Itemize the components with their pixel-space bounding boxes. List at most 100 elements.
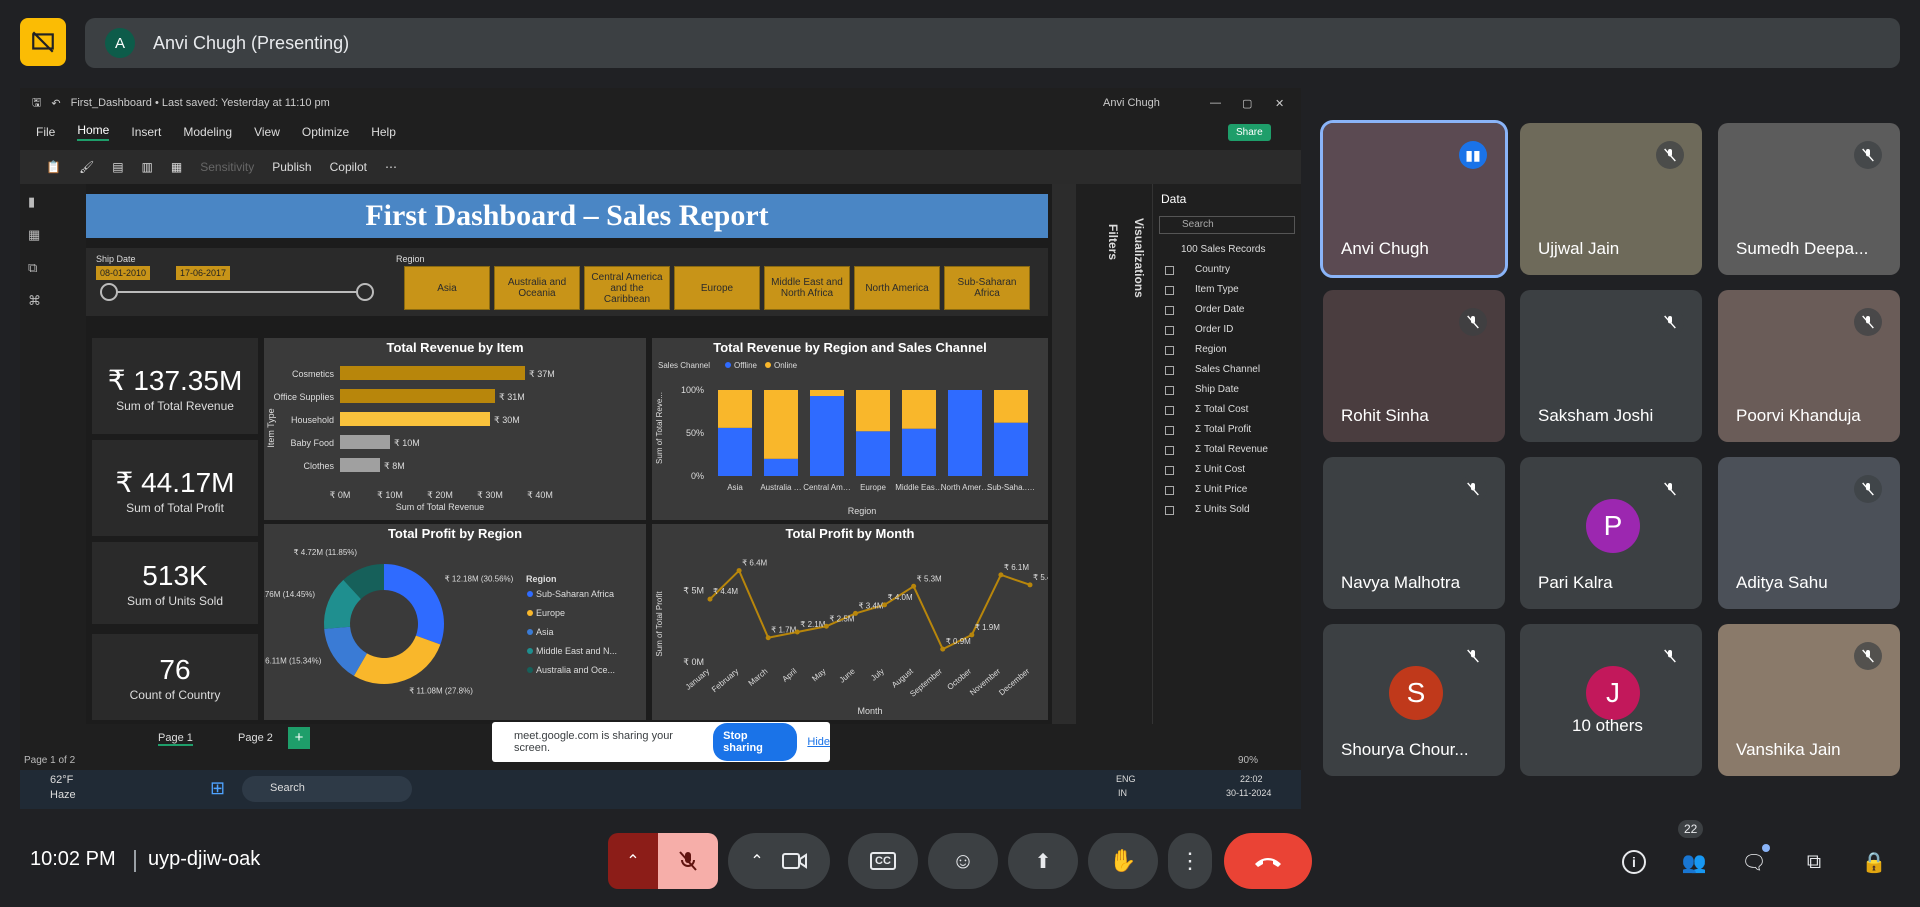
lang[interactable]: ENG bbox=[1116, 774, 1136, 784]
chart-icon[interactable]: ▥ bbox=[142, 160, 153, 174]
menu-file[interactable]: File bbox=[36, 125, 55, 139]
region-central-america[interactable]: Central America and the Caribbean bbox=[584, 266, 670, 310]
participant-tile[interactable]: Poorvi Khanduja bbox=[1718, 290, 1900, 442]
raise-hand-button[interactable]: ✋ bbox=[1088, 833, 1158, 889]
participant-tile[interactable]: ▮▮ Anvi Chugh bbox=[1320, 120, 1508, 278]
date-slider-end[interactable] bbox=[356, 283, 374, 301]
card-total-revenue[interactable]: ₹ 137.35M Sum of Total Revenue bbox=[92, 338, 258, 434]
close-icon[interactable]: ✕ bbox=[1275, 97, 1284, 110]
table-view-icon[interactable]: ▦ bbox=[28, 227, 40, 243]
field-checkbox[interactable] bbox=[1165, 446, 1174, 455]
windows-start-icon[interactable]: ⊞ bbox=[210, 778, 225, 799]
field-item[interactable]: Ship Date bbox=[1165, 384, 1239, 395]
field-checkbox[interactable] bbox=[1165, 306, 1174, 315]
participant-tile[interactable]: Navya Malhotra bbox=[1323, 457, 1505, 609]
chart-revenue-by-region[interactable]: Total Revenue by Region and Sales Channe… bbox=[652, 338, 1048, 520]
region-europe[interactable]: Europe bbox=[674, 266, 760, 310]
model-view-icon[interactable]: ⧉ bbox=[28, 260, 37, 276]
chart-profit-by-region[interactable]: Total Profit by Region ₹ 12.18M (30.56%)… bbox=[264, 524, 646, 720]
reactions-button[interactable]: ☺ bbox=[928, 833, 998, 889]
save-icon[interactable]: 🖫 bbox=[32, 94, 41, 113]
participant-tile[interactable]: Aditya Sahu bbox=[1718, 457, 1900, 609]
card-country-count[interactable]: 76 Count of Country bbox=[92, 634, 258, 720]
format-icon[interactable]: 🖌 bbox=[79, 160, 94, 174]
field-checkbox[interactable] bbox=[1165, 266, 1174, 275]
page-tab-2[interactable]: Page 2 bbox=[238, 732, 273, 744]
taskbar-time[interactable]: 22:02 bbox=[1240, 774, 1263, 784]
participant-tile[interactable]: S Shourya Chour... bbox=[1323, 624, 1505, 776]
data-search-input[interactable]: Search bbox=[1159, 216, 1295, 234]
copilot-button[interactable]: Copilot bbox=[330, 160, 367, 174]
field-item[interactable]: Σ Units Sold bbox=[1165, 504, 1250, 515]
hide-link[interactable]: Hide bbox=[807, 736, 830, 748]
visualizations-pane[interactable]: Visualizations bbox=[1126, 184, 1150, 724]
field-item[interactable]: Country bbox=[1165, 264, 1230, 275]
field-item[interactable]: Sales Channel bbox=[1165, 364, 1260, 375]
participant-tile[interactable]: Sumedh Deepa... bbox=[1718, 123, 1900, 275]
camera-button[interactable]: ⌃ bbox=[728, 833, 830, 889]
people-button[interactable]: 👥 22 bbox=[1678, 820, 1708, 876]
host-controls-button[interactable]: 🔒 bbox=[1860, 848, 1888, 876]
region-australia[interactable]: Australia and Oceania bbox=[494, 266, 580, 310]
restore-icon[interactable]: ▢ bbox=[1242, 97, 1252, 110]
calc-icon[interactable]: ▦ bbox=[171, 160, 182, 174]
field-checkbox[interactable] bbox=[1165, 406, 1174, 415]
more-icon[interactable]: ⋯ bbox=[385, 160, 397, 174]
activities-button[interactable]: ⧉ bbox=[1800, 848, 1828, 876]
field-item[interactable]: Region bbox=[1165, 344, 1227, 355]
field-checkbox[interactable] bbox=[1165, 286, 1174, 295]
participant-tile[interactable]: Vanshika Jain bbox=[1718, 624, 1900, 776]
undo-icon[interactable]: ↶ bbox=[51, 97, 60, 110]
field-item[interactable]: Σ Total Profit bbox=[1165, 424, 1251, 435]
page-tab-1[interactable]: Page 1 bbox=[158, 732, 193, 746]
region-middle-east[interactable]: Middle East and North Africa bbox=[764, 266, 850, 310]
field-item[interactable]: Σ Unit Cost bbox=[1165, 464, 1245, 475]
date-from-input[interactable]: 08-01-2010 bbox=[96, 266, 151, 280]
present-button[interactable]: ⬆ bbox=[1008, 833, 1078, 889]
dax-view-icon[interactable]: ⌘ bbox=[28, 293, 41, 309]
field-checkbox[interactable] bbox=[1165, 366, 1174, 375]
taskbar-search[interactable]: Search bbox=[242, 776, 412, 802]
zoom-level[interactable]: 90% bbox=[1238, 755, 1258, 766]
presenting-icon[interactable] bbox=[20, 18, 66, 66]
microphone-button[interactable] bbox=[658, 833, 718, 889]
menu-modeling[interactable]: Modeling bbox=[183, 125, 232, 139]
field-item[interactable]: Order ID bbox=[1165, 324, 1233, 335]
menu-insert[interactable]: Insert bbox=[131, 125, 161, 139]
leave-call-button[interactable] bbox=[1224, 833, 1312, 889]
field-checkbox[interactable] bbox=[1165, 346, 1174, 355]
menu-home[interactable]: Home bbox=[77, 123, 110, 141]
region-asia[interactable]: Asia bbox=[404, 266, 490, 310]
date-slider-start[interactable] bbox=[100, 283, 118, 301]
field-checkbox[interactable] bbox=[1165, 466, 1174, 475]
stop-sharing-button[interactable]: Stop sharing bbox=[713, 723, 798, 761]
add-page-button[interactable]: + bbox=[288, 727, 310, 749]
menu-help[interactable]: Help bbox=[371, 125, 396, 139]
card-total-profit[interactable]: ₹ 44.17M Sum of Total Profit bbox=[92, 440, 258, 536]
field-item[interactable]: Σ Total Cost bbox=[1165, 404, 1248, 415]
chart-profit-by-month[interactable]: Total Profit by Month ₹ 0M ₹ 5M ₹ 4.4M Janu… bbox=[652, 524, 1048, 720]
participant-tile[interactable]: J 10 others bbox=[1520, 624, 1702, 776]
participant-tile[interactable]: Saksham Joshi bbox=[1520, 290, 1702, 442]
report-view-icon[interactable]: ▮ bbox=[28, 194, 35, 210]
region-north-america[interactable]: North America bbox=[854, 266, 940, 310]
paste-icon[interactable]: 📋 bbox=[46, 160, 61, 174]
field-checkbox[interactable] bbox=[1165, 426, 1174, 435]
minimize-icon[interactable]: — bbox=[1210, 97, 1221, 109]
field-checkbox[interactable] bbox=[1165, 386, 1174, 395]
participant-tile[interactable]: Ujjwal Jain bbox=[1520, 123, 1702, 275]
filters-pane[interactable]: Filters bbox=[1100, 184, 1124, 724]
chart-revenue-by-item[interactable]: Total Revenue by Item Cosmetics ₹ 37M Offi… bbox=[264, 338, 646, 520]
field-checkbox[interactable] bbox=[1165, 326, 1174, 335]
field-item[interactable]: Order Date bbox=[1165, 304, 1244, 315]
data-icon[interactable]: ▤ bbox=[112, 160, 123, 174]
field-item[interactable]: Σ Unit Price bbox=[1165, 484, 1247, 495]
field-item[interactable]: Item Type bbox=[1165, 284, 1239, 295]
publish-button[interactable]: Publish bbox=[272, 160, 311, 174]
menu-optimize[interactable]: Optimize bbox=[302, 125, 349, 139]
table-name[interactable]: 100 Sales Records bbox=[1181, 244, 1266, 255]
field-checkbox[interactable] bbox=[1165, 506, 1174, 515]
menu-view[interactable]: View bbox=[254, 125, 280, 139]
field-item[interactable]: Σ Total Revenue bbox=[1165, 444, 1268, 455]
field-checkbox[interactable] bbox=[1165, 486, 1174, 495]
